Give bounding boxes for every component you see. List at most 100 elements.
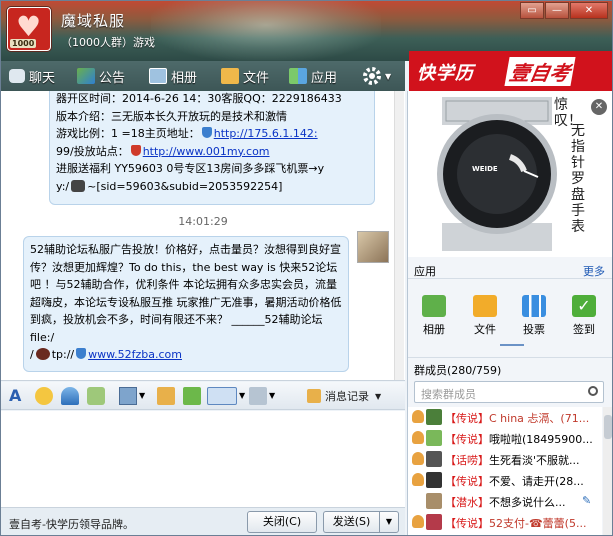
message-timestamp: 14:01:29 [178,215,228,228]
right-panel: WEIDE 惊叹！ 无指针罗盘手表 ✕ 应用 更多 相册 文件 投票 ✓ 签到 … [407,91,612,535]
more-tools-icon[interactable] [249,387,267,405]
font-icon[interactable]: A [9,387,27,405]
search-icon[interactable] [588,386,598,396]
chevron-down-icon[interactable]: ▼ [139,387,149,405]
bottom-bar: 壹自考-快学历领导品牌。 关闭(C) 发送(S) ▼ [1,507,405,535]
chat-scrollbar[interactable] [394,91,404,380]
scrollbar-thumb[interactable] [604,415,612,439]
message-line: / tp:// www.52fzba.com [30,346,342,364]
send-options-button[interactable]: ▼ [379,511,399,533]
top-ad-banner[interactable]: 快学历 壹自考 [409,51,612,91]
album-icon [149,68,167,84]
message-text: tp:// [51,348,75,361]
ad-close-icon[interactable]: ✕ [591,99,607,115]
music-icon[interactable] [183,387,201,405]
message-link[interactable]: http://www.001my.com [143,145,270,158]
app-label: 签到 [573,323,595,336]
toolbar-chat[interactable]: 聊天 [9,65,55,87]
shake-icon[interactable] [61,387,79,405]
admin-icon [412,410,424,423]
member-avatar [426,409,442,425]
checkmark-icon: ✓ [572,295,596,317]
toolbar-files[interactable]: 文件 [221,65,269,87]
member-row[interactable]: 【传说】不爱、请走开(28... [408,470,602,490]
toolbar-album[interactable]: 相册 [149,65,197,87]
emoji-icon[interactable] [35,387,53,405]
member-avatar [426,451,442,467]
message-line: y:/ ~[sid=59603&subid=2053592254] [56,178,368,196]
group-toolbar: 聊天 公告 相册 文件 应用 ▼ [1,61,405,91]
group-avatar[interactable]: ♥ 1000 [7,7,51,51]
chevron-down-icon[interactable]: ▼ [239,387,249,405]
chat-history[interactable]: 器开区时间：2014-6-26 14：30客服QQ：2229186433 版本介… [1,91,405,381]
message-input[interactable] [1,411,405,507]
toolbar-notice-label: 公告 [99,70,126,86]
toolbar-apps[interactable]: 应用 [289,65,337,87]
admin-icon [412,515,424,528]
member-list-scrollbar[interactable] [603,407,612,535]
admin-icon [412,473,424,486]
group-subtitle: （1000人群）游戏 [61,36,155,49]
ad-brand-right: 壹自考 [504,57,576,86]
apps-title: 应用 [414,265,436,278]
screenshot-icon[interactable] [207,387,237,405]
member-avatar [426,430,442,446]
chevron-down-icon: ▼ [375,391,382,401]
message-text: 52辅助论坛私服广告投放！价格好，点击量员？汝想得到良好宣传？汝想更加辉煌？To… [30,243,342,344]
emoticon-icon [71,179,86,192]
gear-icon [363,67,381,85]
member-row[interactable]: 【话唠】生死看淡'不服就... [408,449,602,469]
vote-chart-icon [522,295,546,317]
member-avatar [426,514,442,530]
member-row[interactable]: 【传说】C hina 忐滆、(71... [408,407,602,427]
member-name: 【传说】C hina 忐滆、(71... [445,412,590,425]
app-label: 投票 [523,323,545,336]
message-line: 版本介绍：三无版本长久开放玩的是技术和激情 [56,109,287,123]
app-vote[interactable]: 投票 [514,295,554,337]
sender-avatar[interactable] [357,231,389,263]
watch-brand: WEIDE [472,165,498,173]
members-title: 群成员(280/759) [414,364,502,377]
shield-icon [201,127,212,138]
member-search-input[interactable]: 搜索群成员 [414,381,604,403]
album-icon [422,295,446,317]
message-link[interactable]: www.52fzba.com [88,348,182,361]
member-row[interactable]: 【潜水】不想多说什么... ✎ [408,491,602,511]
chevron-down-icon[interactable]: ▼ [269,387,279,405]
message-history-button[interactable]: 消息记录 ▼ [307,387,381,405]
toolbar-notice[interactable]: 公告 [77,65,125,87]
message-link[interactable]: http://175.6.1.142: [214,127,318,140]
minimize-button[interactable]: — [545,2,569,19]
footer-ad-text[interactable]: 壹自考-快学历领导品牌。 [9,516,134,532]
member-row[interactable]: 【传说】52支付-☎蕾蕾(5... [408,512,602,532]
toolbar-chat-label: 聊天 [29,70,56,86]
chat-icon [9,69,25,83]
app-files[interactable]: 文件 [465,295,505,337]
member-list[interactable]: 【传说】C hina 忐滆、(71... 【传说】哦啦啦(18495900...… [408,407,602,535]
image-icon[interactable] [119,387,137,405]
apps-grid-icon [289,68,307,84]
message-text: ~[sid=59603&subid=2053592254] [87,179,283,193]
shield-icon [76,348,87,359]
app-album[interactable]: 相册 [414,295,454,337]
member-name: 【传说】哦啦啦(18495900... [445,433,593,446]
ad-vertical-text: 无指针罗盘手表 [571,123,585,235]
close-button[interactable]: 关闭(C) [247,511,317,533]
apps-more-link[interactable]: 更多 [583,263,605,279]
edit-icon[interactable]: ✎ [582,494,591,507]
settings-button[interactable]: ▼ [361,65,391,87]
apps-pager[interactable] [500,344,524,346]
member-name: 【传说】不爱、请走开(28... [445,475,584,488]
app-checkin[interactable]: ✓ 签到 [564,295,604,337]
emoticon-icon [35,348,50,360]
note-icon[interactable] [157,387,175,405]
skin-button[interactable]: ▭ [520,2,544,19]
voice-icon[interactable] [87,387,105,405]
message-line: 进服送福利 YY59603 0号专区13房间多多踩飞机票→y [56,162,325,175]
close-window-button[interactable]: ✕ [570,2,608,19]
member-name: 【话唠】生死看淡'不服就... [445,454,580,467]
send-button[interactable]: 发送(S) [323,511,379,533]
side-ad[interactable]: WEIDE 惊叹！ 无指针罗盘手表 ✕ [408,91,612,257]
member-row[interactable]: 【传说】哦啦啦(18495900... [408,428,602,448]
group-name[interactable]: 魔域私服 [61,10,125,31]
